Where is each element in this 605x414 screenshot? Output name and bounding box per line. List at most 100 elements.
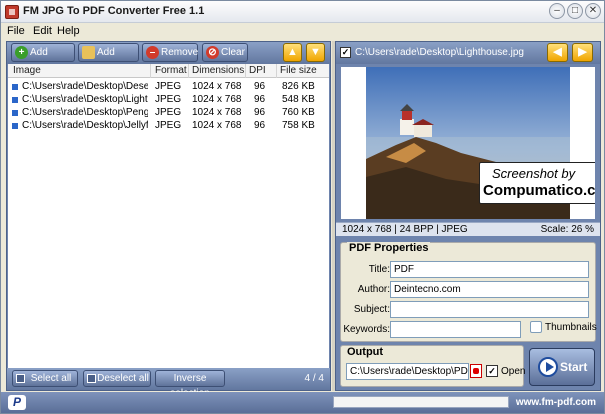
author-field[interactable]: Deintecno.com bbox=[390, 281, 589, 298]
list-item[interactable]: C:\Users\rade\Desktop\Desert.j... JPEG 1… bbox=[8, 80, 329, 93]
list-item[interactable]: C:\Users\rade\Desktop\Jellyfish... JPEG … bbox=[8, 119, 329, 132]
image-dimensions: 1024 x 768 bbox=[192, 120, 242, 131]
output-group: Output C:\Users\rade\Desktop\PDF.p ✓ Ope… bbox=[340, 345, 526, 387]
image-info-bar: 1024 x 768 | 24 BPP | JPEG Scale: 26 % bbox=[336, 222, 600, 236]
keywords-field[interactable] bbox=[390, 321, 521, 338]
start-button[interactable]: Start bbox=[529, 348, 595, 386]
image-list-panel: + Add image Add folder – Remove ⊘ Clear … bbox=[6, 41, 331, 399]
author-label: Author: bbox=[357, 284, 390, 295]
image-path: C:\Users\rade\Desktop\Pengui... bbox=[22, 107, 148, 118]
pdf-properties-group: PDF Properties Title: PDF Author: Deinte… bbox=[340, 242, 597, 342]
select-all-icon bbox=[16, 374, 25, 383]
play-icon bbox=[538, 357, 558, 377]
previous-image-button[interactable]: ◀ bbox=[547, 43, 568, 62]
image-format: JPEG bbox=[155, 120, 182, 131]
folder-icon bbox=[82, 46, 95, 59]
image-dimensions: 1024 x 768 bbox=[192, 81, 242, 92]
column-header-image[interactable]: Image bbox=[13, 65, 41, 76]
progress-bar bbox=[333, 396, 509, 408]
image-format: JPEG bbox=[155, 94, 182, 105]
column-header-dimensions[interactable]: Dimensions bbox=[192, 65, 244, 76]
pdf-properties-title: PDF Properties bbox=[347, 242, 431, 254]
window-title: FM JPG To PDF Converter Free 1.1 bbox=[23, 5, 205, 17]
close-button[interactable]: ✕ bbox=[585, 3, 601, 19]
image-file-size: 760 KB bbox=[282, 107, 315, 118]
open-label: Open bbox=[501, 366, 526, 377]
output-path-field[interactable]: C:\Users\rade\Desktop\PDF.p bbox=[346, 363, 469, 380]
menu-help[interactable]: Help bbox=[57, 25, 80, 37]
scale-info: Scale: 26 % bbox=[540, 224, 594, 235]
minus-icon: – bbox=[146, 46, 159, 59]
watermark-line1: Screenshot by bbox=[492, 166, 576, 181]
image-path: C:\Users\rade\Desktop\Jellyfish... bbox=[22, 120, 148, 131]
image-dimensions: 1024 x 768 bbox=[192, 94, 242, 105]
menu-bar: File Edit Help bbox=[1, 23, 604, 39]
clear-label: Clear bbox=[221, 47, 245, 58]
watermark-line2: Compumatico.com bbox=[483, 182, 595, 199]
title-field[interactable]: PDF bbox=[390, 261, 589, 278]
list-bottom-bar: Select all Deselect all Inverse selectio… bbox=[7, 368, 330, 399]
app-window: FM JPG To PDF Converter Free 1.1 – □ ✕ F… bbox=[0, 0, 605, 414]
inverse-selection-button[interactable]: Inverse selection bbox=[155, 370, 225, 399]
pdf-file-icon[interactable] bbox=[470, 364, 482, 378]
remove-button[interactable]: – Remove bbox=[142, 43, 198, 62]
image-list[interactable]: Image Format Dimensions DPI File size C:… bbox=[8, 64, 329, 368]
subject-label: Subject: bbox=[353, 304, 390, 315]
image-path: C:\Users\rade\Desktop\Lightho... bbox=[22, 94, 148, 105]
image-format: JPEG bbox=[155, 81, 182, 92]
preview-path: C:\Users\rade\Desktop\Lighthouse.jpg bbox=[355, 47, 524, 58]
move-down-button[interactable]: ▼ bbox=[306, 43, 325, 62]
list-item[interactable]: C:\Users\rade\Desktop\Pengui... JPEG 102… bbox=[8, 106, 329, 119]
select-all-button[interactable]: Select all bbox=[12, 370, 78, 387]
column-header-format[interactable]: Format bbox=[155, 65, 187, 76]
image-preview: Screenshot by Compumatico.com bbox=[341, 67, 595, 219]
move-up-button[interactable]: ▲ bbox=[283, 43, 302, 62]
image-file-icon bbox=[12, 110, 18, 116]
image-format: JPEG bbox=[155, 107, 182, 118]
arrow-left-icon: ◀ bbox=[553, 46, 562, 58]
app-logo-icon bbox=[5, 5, 19, 19]
minimize-button[interactable]: – bbox=[549, 3, 565, 19]
column-header-dpi[interactable]: DPI bbox=[249, 65, 266, 76]
website-link[interactable]: www.fm-pdf.com bbox=[516, 397, 596, 408]
menu-edit[interactable]: Edit bbox=[33, 25, 52, 37]
menu-file[interactable]: File bbox=[7, 25, 25, 37]
remove-label: Remove bbox=[161, 47, 199, 58]
column-header-file-size[interactable]: File size bbox=[280, 65, 317, 76]
status-bar: P www.fm-pdf.com bbox=[1, 392, 604, 413]
image-info: 1024 x 768 | 24 BPP | JPEG bbox=[342, 224, 468, 235]
deselect-all-button[interactable]: Deselect all bbox=[83, 370, 151, 387]
maximize-button[interactable]: □ bbox=[567, 3, 583, 19]
thumbnails-checkbox[interactable] bbox=[530, 321, 542, 333]
image-dpi: 96 bbox=[254, 94, 266, 105]
plus-icon: + bbox=[15, 46, 28, 59]
image-file-icon bbox=[12, 123, 18, 129]
list-toolbar: + Add image Add folder – Remove ⊘ Clear … bbox=[7, 42, 330, 75]
include-image-checkbox[interactable]: ✓ bbox=[340, 47, 351, 58]
add-folder-button[interactable]: Add folder bbox=[78, 43, 139, 75]
no-entry-icon: ⊘ bbox=[206, 46, 219, 59]
add-image-button[interactable]: + Add image bbox=[11, 43, 75, 75]
image-dimensions: 1024 x 768 bbox=[192, 107, 242, 118]
keywords-label: Keywords: bbox=[343, 324, 390, 335]
arrow-right-icon: ▶ bbox=[578, 46, 587, 58]
image-file-size: 548 KB bbox=[282, 94, 315, 105]
thumbnails-label: Thumbnails bbox=[545, 322, 597, 333]
image-dpi: 96 bbox=[254, 120, 266, 131]
subject-field[interactable] bbox=[390, 301, 589, 318]
start-label: Start bbox=[560, 360, 588, 374]
image-file-icon bbox=[12, 84, 18, 90]
image-dpi: 96 bbox=[254, 81, 266, 92]
clear-button[interactable]: ⊘ Clear bbox=[202, 43, 248, 62]
preview-toolbar: ✓ C:\Users\rade\Desktop\Lighthouse.jpg ◀… bbox=[336, 42, 600, 64]
image-path: C:\Users\rade\Desktop\Desert.j... bbox=[22, 81, 148, 92]
output-title: Output bbox=[347, 346, 384, 358]
image-file-icon bbox=[12, 97, 18, 103]
open-checkbox[interactable]: ✓ bbox=[486, 365, 498, 377]
paypal-icon[interactable]: P bbox=[8, 395, 26, 410]
list-item[interactable]: C:\Users\rade\Desktop\Lightho... JPEG 10… bbox=[8, 93, 329, 106]
next-image-button[interactable]: ▶ bbox=[572, 43, 593, 62]
watermark-banner: Screenshot by Compumatico.com bbox=[479, 162, 595, 204]
select-all-label: Select all bbox=[30, 373, 72, 384]
selection-count: 4 / 4 bbox=[304, 373, 324, 384]
